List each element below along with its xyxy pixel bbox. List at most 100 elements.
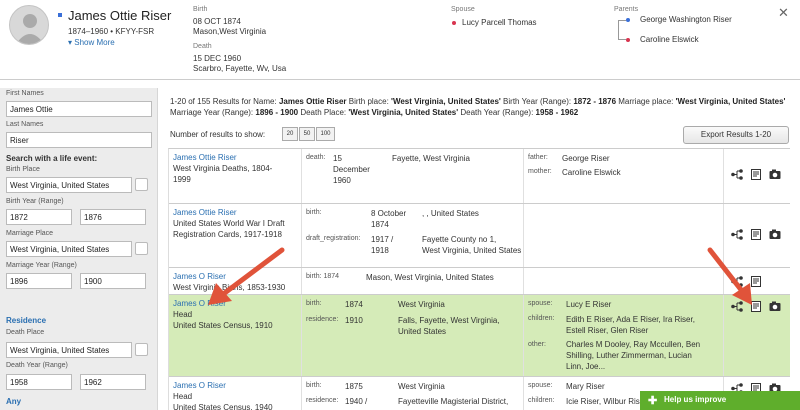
- marriage-year-label: Marriage Year (Range): [6, 262, 77, 269]
- event-place: Fayetteville Magisterial District,: [398, 397, 509, 406]
- event-label: death:: [306, 154, 326, 161]
- record-icon[interactable]: [750, 276, 762, 287]
- first-names-input[interactable]: James Ottie: [6, 101, 152, 117]
- table-row: James O Riser West Virginia Births, 1853…: [169, 268, 790, 295]
- last-names-input[interactable]: Riser: [6, 132, 152, 148]
- help-label: Help us improve: [664, 395, 727, 404]
- death-year-label: Death Year (Range): [6, 362, 68, 369]
- event-date: 1874: [345, 300, 363, 309]
- person-card: James Ottie Riser 1874–1960 • KFYY-FSR ▾…: [0, 0, 800, 80]
- death-place-label: Death Place: [6, 329, 45, 336]
- event-date: 1940 /: [345, 397, 368, 406]
- relative-label: children:: [528, 315, 555, 322]
- event-date: 8 October 1874: [371, 209, 407, 229]
- parents-label: Parents: [614, 6, 639, 13]
- tree-icon[interactable]: [731, 229, 743, 240]
- relative-value: Charles M Dooley, Ray Mccullen, Ben Shil…: [566, 340, 701, 371]
- birth-year-label: Birth Year (Range): [6, 198, 64, 205]
- person-name[interactable]: James Ottie Riser: [68, 8, 171, 23]
- num-results-50-button[interactable]: 50: [299, 127, 315, 141]
- num-results-label: Number of results to show:: [170, 130, 266, 139]
- record-events-cell: birth: 1874 West Virginia residence: 191…: [302, 295, 524, 376]
- record-name-link[interactable]: James O Riser: [173, 298, 297, 309]
- export-results-button[interactable]: Export Results 1-20: [683, 126, 789, 144]
- relative-label: father:: [528, 154, 548, 161]
- help-improve-button[interactable]: ✚ Help us improve: [640, 391, 800, 410]
- table-row: James O Riser Head United States Census,…: [169, 295, 790, 377]
- tree-icon[interactable]: [731, 169, 743, 180]
- record-role: Head: [173, 310, 193, 319]
- relative-label: spouse:: [528, 382, 553, 389]
- relative-value: Caroline Elswick: [562, 168, 621, 177]
- record-collection: West Virginia Births, 1853-1930: [173, 283, 286, 292]
- table-row: James Ottie Riser United States World Wa…: [169, 204, 790, 268]
- record-icon[interactable]: [750, 169, 762, 180]
- event-place: Fayette, West Virginia: [392, 154, 470, 163]
- record-name-link[interactable]: James Ottie Riser: [173, 207, 297, 218]
- num-results-options: 20 50 100: [282, 127, 336, 141]
- female-dot-icon: [626, 38, 630, 42]
- birth-label: Birth: [193, 6, 208, 13]
- image-icon[interactable]: [769, 169, 781, 180]
- record-icon[interactable]: [750, 229, 762, 240]
- event-label: draft_registration:: [306, 235, 361, 242]
- record-name-link[interactable]: James Ottie Riser: [173, 152, 297, 163]
- record-actions-cell: [724, 204, 790, 267]
- record-role: Head: [173, 392, 193, 401]
- mother-name[interactable]: Caroline Elswick: [640, 35, 699, 45]
- event-label: birth:: [306, 300, 322, 307]
- death-place-exact-checkbox[interactable]: [135, 343, 148, 356]
- record-icon[interactable]: [750, 301, 762, 312]
- num-results-20-button[interactable]: 20: [282, 127, 298, 141]
- relative-value: Lucy E Riser: [566, 300, 612, 309]
- death-year-to-input[interactable]: 1962: [80, 374, 146, 390]
- residence-link[interactable]: Residence: [6, 316, 46, 325]
- avatar-icon: [9, 5, 49, 45]
- any-link[interactable]: Any: [6, 397, 21, 406]
- event-place: Falls, Fayette, West Virginia, United St…: [398, 316, 500, 336]
- marriage-year-from-input[interactable]: 1896: [6, 273, 72, 289]
- death-year-from-input[interactable]: 1958: [6, 374, 72, 390]
- summary-marriage-place-a: 'West: [675, 97, 697, 106]
- record-relatives-cell: spouse: Lucy E Riser children: Edith E R…: [524, 295, 724, 376]
- event-label: residence:: [306, 316, 339, 323]
- event-label: birth:: [306, 209, 322, 216]
- summary-death-place-label: Death Place:: [300, 108, 347, 117]
- record-name-link[interactable]: James O Riser: [173, 380, 297, 391]
- spouse-name[interactable]: Lucy Parcell Thomas: [462, 18, 537, 28]
- show-more-link[interactable]: ▾ Show More: [68, 38, 115, 47]
- marriage-place-input[interactable]: West Virginia, United States: [6, 241, 132, 257]
- relative-value: Mary Riser: [566, 382, 605, 391]
- birth-place-label: Birth Place: [6, 166, 40, 173]
- relative-value: Icie Riser, Wilbur Riser: [566, 397, 647, 406]
- birth-year-from-input[interactable]: 1872: [6, 209, 72, 225]
- birth-place-input[interactable]: West Virginia, United States: [6, 177, 132, 193]
- summary-birth-year-label: Birth Year (Range):: [503, 97, 572, 106]
- image-icon[interactable]: [769, 229, 781, 240]
- relative-label: mother:: [528, 168, 552, 175]
- marriage-place-exact-checkbox[interactable]: [135, 242, 148, 255]
- birth-place: Mason,West Virginia: [193, 27, 267, 36]
- record-relatives-cell: [524, 204, 724, 267]
- event-place: West Virginia: [398, 300, 445, 309]
- father-name[interactable]: George Washington Riser: [640, 15, 732, 25]
- tree-icon[interactable]: [731, 301, 743, 312]
- image-icon[interactable]: [769, 301, 781, 312]
- show-more-label: Show More: [74, 38, 115, 47]
- summary-marriage-year: 1896 - 1900: [255, 108, 299, 117]
- results-table: James Ottie Riser West Virginia Deaths, …: [168, 148, 790, 410]
- event-date: 1917 / 1918: [371, 235, 394, 255]
- record-collection: United States Census, 1940: [173, 403, 273, 410]
- record-events-cell: birth: 1874 Mason, West Virginia, United…: [302, 268, 524, 294]
- tree-icon[interactable]: [731, 276, 743, 287]
- summary-death-year-label: Death Year (Range):: [460, 108, 534, 117]
- close-icon[interactable]: ✕: [778, 5, 789, 21]
- marriage-year-to-input[interactable]: 1900: [80, 273, 146, 289]
- birth-place-exact-checkbox[interactable]: [135, 178, 148, 191]
- death-place-input[interactable]: West Virginia, United States: [6, 342, 132, 358]
- summary-name: James Ottie Riser: [278, 97, 347, 106]
- last-names-label: Last Names: [6, 121, 44, 128]
- num-results-100-button[interactable]: 100: [316, 127, 335, 141]
- record-name-link[interactable]: James O Riser: [173, 271, 297, 282]
- birth-year-to-input[interactable]: 1876: [80, 209, 146, 225]
